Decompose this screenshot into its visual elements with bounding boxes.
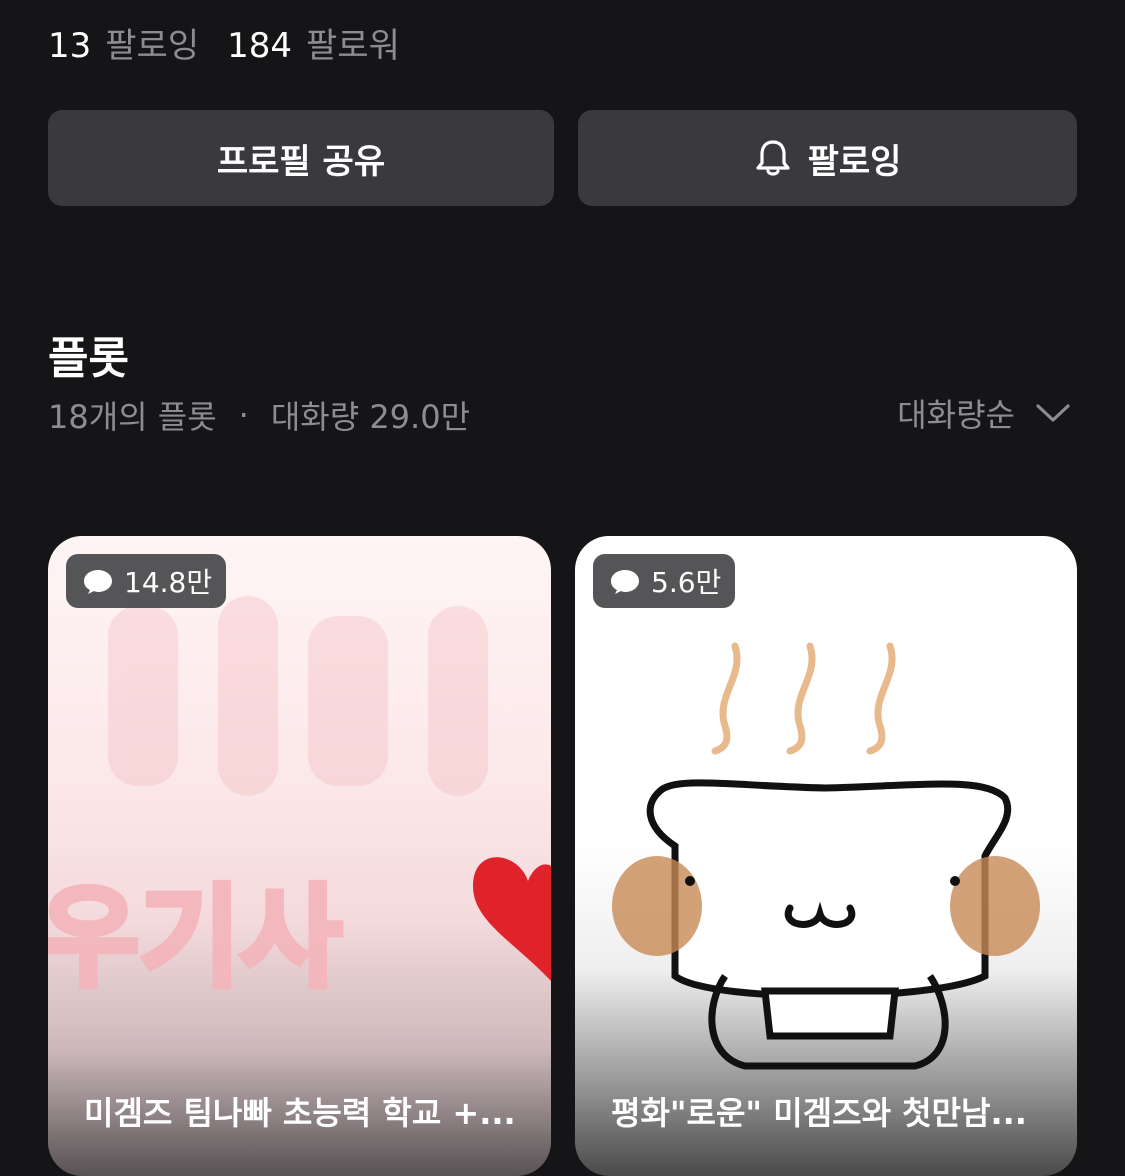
chat-count-badge: 14.8만 [66, 554, 227, 608]
heart-icon [473, 857, 551, 981]
following-button-label: 팔로잉 [807, 141, 902, 182]
chat-bubble-icon [84, 570, 112, 594]
chat-count-badge: 5.6만 [593, 554, 736, 608]
bell-icon [755, 140, 790, 176]
card-thumbnail: 우기사 [48, 596, 551, 1005]
sort-label: 대화량순 [897, 396, 1015, 434]
section-summary: 18개의 플롯 · 대화량 29.0만 [48, 392, 470, 438]
sort-dropdown[interactable]: 대화량순 [897, 390, 1071, 436]
section-title: 플롯 [48, 333, 129, 384]
follower-count[interactable]: 184 [227, 26, 292, 66]
share-profile-label: 프로필 공유 [216, 141, 386, 182]
following-button[interactable]: 팔로잉 [578, 110, 1077, 206]
chat-count: 5.6만 [651, 566, 722, 599]
plot-card-title[interactable]: 평화"로운" 미겜즈와 첫만남... [611, 1088, 1051, 1134]
share-profile-button[interactable]: 프로필 공유 [48, 110, 554, 206]
plot-card[interactable]: 우기사 14.8만 [48, 536, 551, 1176]
plot-card-title[interactable]: 미겜즈 팀나빠 초능력 학교 +... [84, 1088, 524, 1134]
chat-volume: 대화량 29.0만 [270, 398, 471, 436]
plot-count: 18개의 플롯 [48, 398, 217, 436]
following-count[interactable]: 13 [48, 26, 91, 66]
follower-label[interactable]: 팔로워 [306, 18, 400, 67]
thumbnail-caption: 우기사 [48, 874, 342, 1002]
card-thumbnail [612, 642, 1040, 1070]
chevron-down-icon [1036, 404, 1070, 422]
chat-count: 14.8만 [124, 566, 213, 599]
separator-dot: · [238, 396, 249, 434]
plot-card[interactable]: 5.6만 [575, 536, 1077, 1176]
follow-stats: 13 팔로잉 184 팔로워 [48, 18, 428, 67]
chat-bubble-icon [611, 570, 639, 594]
following-label[interactable]: 팔로잉 [105, 18, 199, 67]
